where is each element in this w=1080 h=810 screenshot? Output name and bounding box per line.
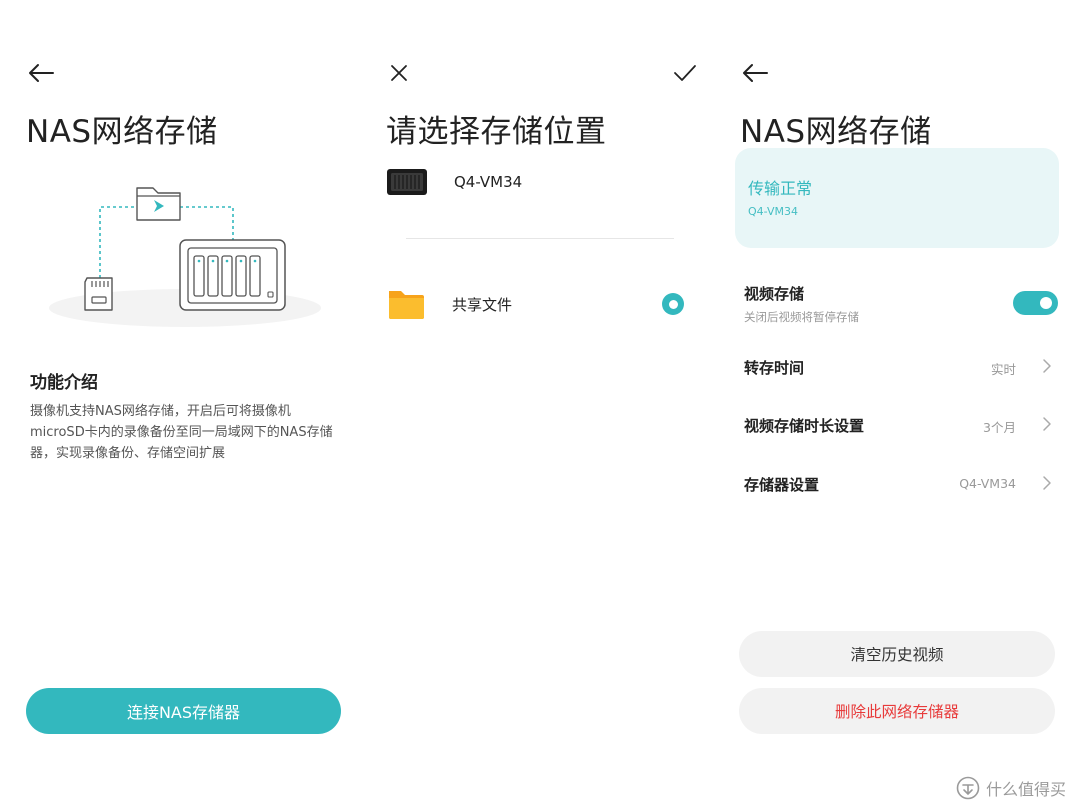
back-arrow-icon[interactable]	[737, 55, 773, 91]
watermark-text: 什么值得买	[985, 780, 1066, 799]
setting-transfer-time[interactable]: 转存时间 实时	[744, 357, 1054, 381]
chevron-right-icon	[1043, 359, 1051, 373]
nas-illustration	[40, 170, 330, 335]
setting-value: 实时	[990, 362, 1016, 377]
chevron-right-icon	[1043, 417, 1051, 431]
location-name: 共享文件	[452, 295, 513, 314]
setting-sublabel: 关闭后视频将暂停存储	[744, 310, 859, 324]
delete-storage-button[interactable]: 删除此网络存储器	[739, 688, 1055, 734]
setting-video-storage: 视频存储 关闭后视频将暂停存储	[744, 283, 1058, 327]
sd-card-icon	[84, 277, 113, 311]
video-storage-toggle[interactable]	[1013, 291, 1058, 315]
location-name: Q4-VM34	[454, 173, 523, 191]
feature-description: 摄像机支持NAS网络存储，开启后可将摄像机microSD卡内的录像备份至同一局域…	[30, 404, 333, 461]
page-title: NAS网络存储	[26, 114, 218, 150]
divider	[406, 238, 674, 239]
watermark-logo-icon	[956, 776, 980, 800]
clear-history-button[interactable]: 清空历史视频	[739, 631, 1055, 677]
nas-device-icon	[179, 239, 286, 311]
feature-heading: 功能介绍	[30, 373, 98, 393]
status-card: 传输正常 Q4-VM34	[735, 148, 1059, 248]
location-item-nas[interactable]: Q4-VM34	[386, 166, 706, 198]
watermark: 什么值得买	[956, 776, 1066, 800]
nas-intro-panel: NAS网络存储 功能介绍 摄像机支持NAS网络存储，开启后可将摄像机microS…	[0, 0, 360, 810]
back-arrow-icon[interactable]	[23, 55, 59, 91]
setting-storage-device[interactable]: 存储器设置 Q4-VM34	[744, 474, 1054, 498]
selected-radio[interactable]	[662, 293, 684, 315]
confirm-check-icon[interactable]	[667, 55, 703, 91]
nas-device-icon	[387, 169, 427, 195]
folder-icon	[389, 291, 424, 319]
connect-nas-button[interactable]: 连接NAS存储器	[26, 688, 341, 734]
page-title: 请选择存储位置	[386, 114, 607, 150]
setting-value: Q4-VM34	[959, 476, 1016, 491]
status-device: Q4-VM34	[748, 205, 798, 218]
select-location-panel: 请选择存储位置 Q4-VM34 共享文件	[360, 0, 720, 810]
setting-value: 3个月	[983, 420, 1016, 435]
setting-label: 视频存储	[744, 285, 805, 303]
setting-storage-duration[interactable]: 视频存储时长设置 3个月	[744, 415, 1054, 439]
nas-settings-panel: NAS网络存储 传输正常 Q4-VM34 视频存储 关闭后视频将暂停存储 转存时…	[720, 0, 1080, 810]
close-icon[interactable]	[381, 55, 417, 91]
status-title: 传输正常	[748, 179, 813, 198]
location-item-shared-files[interactable]: 共享文件	[386, 287, 706, 321]
page-title: NAS网络存储	[740, 114, 932, 150]
folder-icon	[136, 187, 181, 221]
chevron-right-icon	[1043, 476, 1051, 490]
